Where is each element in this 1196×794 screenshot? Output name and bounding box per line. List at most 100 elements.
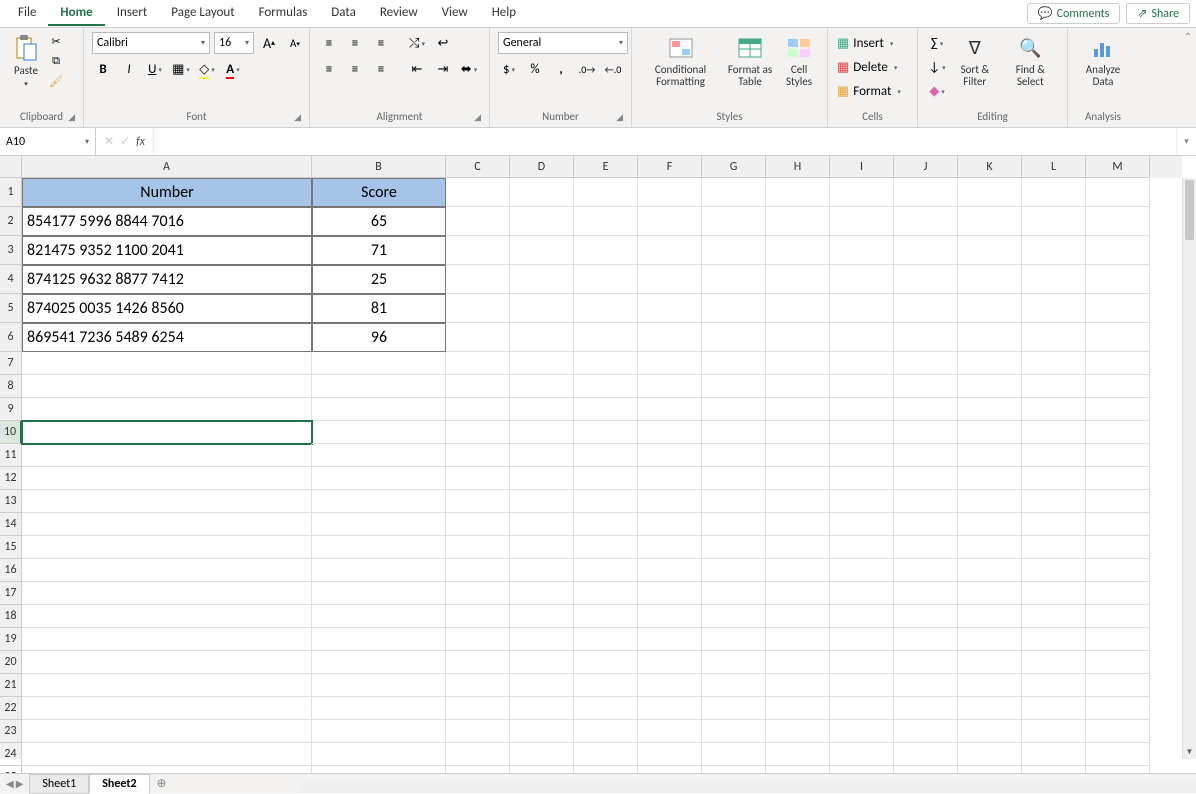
cell-A21[interactable] <box>22 674 312 697</box>
cell-C11[interactable] <box>446 444 510 467</box>
cell-D22[interactable] <box>510 697 574 720</box>
cell-L23[interactable] <box>1022 720 1086 743</box>
cell-M10[interactable] <box>1086 421 1150 444</box>
decrease-indent-button[interactable]: ⇤ <box>406 58 428 80</box>
row-header-1[interactable]: 1 <box>0 178 22 207</box>
cell-C5[interactable] <box>446 294 510 323</box>
cell-D2[interactable] <box>510 207 574 236</box>
cell-F10[interactable] <box>638 421 702 444</box>
decrease-decimal-button[interactable]: ←.0 <box>602 58 624 80</box>
scrollbar-thumb[interactable] <box>1185 180 1194 240</box>
col-header-M[interactable]: M <box>1086 156 1150 178</box>
cell-D9[interactable] <box>510 398 574 421</box>
cell-D20[interactable] <box>510 651 574 674</box>
cell-E5[interactable] <box>574 294 638 323</box>
col-header-C[interactable]: C <box>446 156 510 178</box>
cell-D1[interactable] <box>510 178 574 207</box>
cell-K13[interactable] <box>958 490 1022 513</box>
cell-F16[interactable] <box>638 559 702 582</box>
cell-B7[interactable] <box>312 352 446 375</box>
italic-button[interactable]: I <box>118 58 140 80</box>
cell-C16[interactable] <box>446 559 510 582</box>
cell-M24[interactable] <box>1086 743 1150 766</box>
cell-H2[interactable] <box>766 207 830 236</box>
cell-J10[interactable] <box>894 421 958 444</box>
select-all-corner[interactable] <box>0 156 22 178</box>
cell-C10[interactable] <box>446 421 510 444</box>
cell-B12[interactable] <box>312 467 446 490</box>
cell-L1[interactable] <box>1022 178 1086 207</box>
cell-A3[interactable]: 821475 9352 1100 2041 <box>22 236 312 265</box>
cell-J20[interactable] <box>894 651 958 674</box>
cell-A2[interactable]: 854177 5996 8844 7016 <box>22 207 312 236</box>
tab-prev-button[interactable]: ◀ <box>6 777 14 790</box>
cell-I19[interactable] <box>830 628 894 651</box>
launcher-icon[interactable]: ◢ <box>68 112 75 123</box>
cell-M13[interactable] <box>1086 490 1150 513</box>
cell-K5[interactable] <box>958 294 1022 323</box>
horizontal-scrollbar[interactable] <box>300 779 1196 793</box>
cell-J17[interactable] <box>894 582 958 605</box>
cell-D17[interactable] <box>510 582 574 605</box>
row-header-10[interactable]: 10 <box>0 421 22 444</box>
cell-F11[interactable] <box>638 444 702 467</box>
increase-decimal-button[interactable]: .0→ <box>576 58 598 80</box>
cell-D25[interactable] <box>510 766 574 773</box>
cell-J16[interactable] <box>894 559 958 582</box>
cell-K21[interactable] <box>958 674 1022 697</box>
cell-M2[interactable] <box>1086 207 1150 236</box>
cell-E7[interactable] <box>574 352 638 375</box>
cell-F20[interactable] <box>638 651 702 674</box>
cell-H1[interactable] <box>766 178 830 207</box>
cell-I21[interactable] <box>830 674 894 697</box>
cell-B1[interactable]: Score <box>312 178 446 207</box>
cell-B25[interactable] <box>312 766 446 773</box>
cell-G13[interactable] <box>702 490 766 513</box>
sheet-tab-sheet2[interactable]: Sheet2 <box>89 774 149 794</box>
row-header-22[interactable]: 22 <box>0 697 22 720</box>
cell-L17[interactable] <box>1022 582 1086 605</box>
cell-M16[interactable] <box>1086 559 1150 582</box>
find-select-button[interactable]: 🔍 Find & Select <box>1002 32 1059 90</box>
cell-J11[interactable] <box>894 444 958 467</box>
cell-G15[interactable] <box>702 536 766 559</box>
cell-E19[interactable] <box>574 628 638 651</box>
cell-K6[interactable] <box>958 323 1022 352</box>
cell-I13[interactable] <box>830 490 894 513</box>
cell-L3[interactable] <box>1022 236 1086 265</box>
cell-G22[interactable] <box>702 697 766 720</box>
merge-button[interactable]: ⬌▾ <box>458 58 480 80</box>
cell-A17[interactable] <box>22 582 312 605</box>
cell-J7[interactable] <box>894 352 958 375</box>
cell-G1[interactable] <box>702 178 766 207</box>
cell-I23[interactable] <box>830 720 894 743</box>
cell-A12[interactable] <box>22 467 312 490</box>
cell-I4[interactable] <box>830 265 894 294</box>
menu-insert[interactable]: Insert <box>105 1 160 26</box>
wrap-text-button[interactable]: ↩ <box>432 32 454 54</box>
cell-E11[interactable] <box>574 444 638 467</box>
cell-K24[interactable] <box>958 743 1022 766</box>
cell-K22[interactable] <box>958 697 1022 720</box>
cell-C19[interactable] <box>446 628 510 651</box>
cell-B14[interactable] <box>312 513 446 536</box>
menu-file[interactable]: File <box>6 1 48 26</box>
cell-B6[interactable]: 96 <box>312 323 446 352</box>
orientation-button[interactable]: ⤭▾ <box>406 32 428 54</box>
cell-K3[interactable] <box>958 236 1022 265</box>
cell-I16[interactable] <box>830 559 894 582</box>
cell-F3[interactable] <box>638 236 702 265</box>
cell-F9[interactable] <box>638 398 702 421</box>
cell-E9[interactable] <box>574 398 638 421</box>
cell-B10[interactable] <box>312 421 446 444</box>
cell-M9[interactable] <box>1086 398 1150 421</box>
cell-M6[interactable] <box>1086 323 1150 352</box>
cell-J4[interactable] <box>894 265 958 294</box>
cell-G4[interactable] <box>702 265 766 294</box>
cell-A25[interactable] <box>22 766 312 773</box>
col-header-E[interactable]: E <box>574 156 638 178</box>
cell-G14[interactable] <box>702 513 766 536</box>
menu-home[interactable]: Home <box>48 1 104 26</box>
cell-J8[interactable] <box>894 375 958 398</box>
align-top-button[interactable]: ≡ <box>318 32 340 54</box>
